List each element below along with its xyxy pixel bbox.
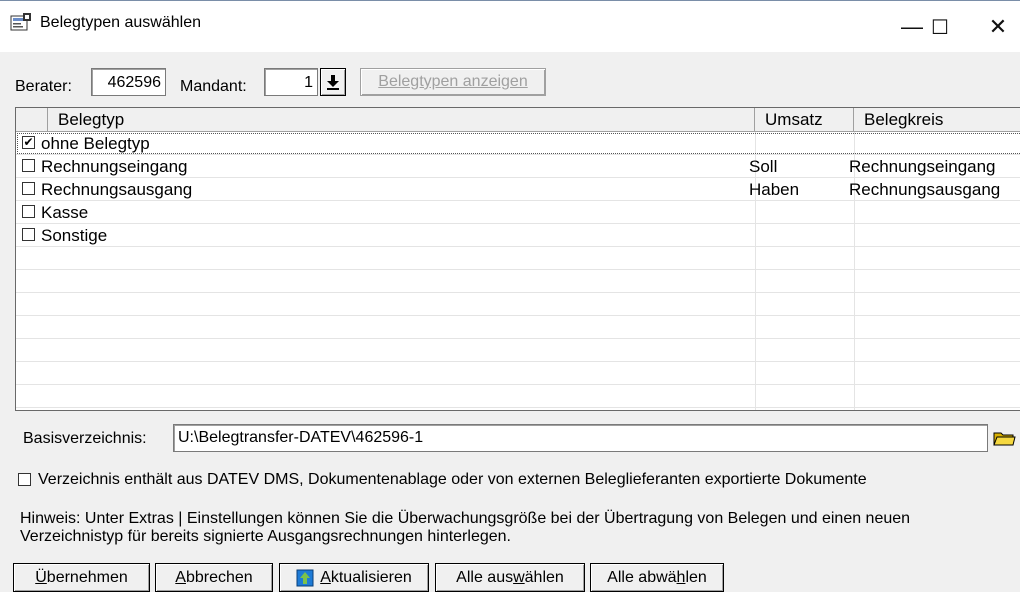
empty-row	[16, 385, 1020, 408]
row-checkbox[interactable]	[22, 205, 35, 218]
label-text: Alle abwä	[607, 568, 677, 586]
mnemonic: A	[320, 568, 331, 586]
label-text: len	[685, 568, 707, 586]
cell-belegkreis: Rechnungsausgang	[849, 180, 1001, 199]
window-title: Belegtypen auswählen	[40, 14, 202, 31]
mandant-label: Mandant:	[180, 78, 247, 95]
label-text: ählen	[524, 568, 564, 586]
table-row[interactable]: Rechnungseingang Soll Rechnungseingang	[16, 155, 1020, 178]
hint-line-1: Hinweis: Unter Extras | Einstellungen kö…	[20, 510, 911, 527]
empty-row	[16, 270, 1020, 293]
cell-belegtyp: Rechnungseingang	[41, 157, 188, 176]
label-text: bernehmen	[46, 568, 128, 586]
header-belegkreis[interactable]: Belegkreis	[854, 108, 1020, 132]
berater-value: 462596	[107, 74, 161, 91]
berater-label: Berater:	[15, 78, 72, 95]
empty-row	[16, 339, 1020, 362]
cell-belegtyp: Kasse	[41, 203, 89, 222]
mandant-dropdown-button[interactable]	[320, 68, 346, 96]
alle-auswaehlen-label: Alle auswählen	[456, 569, 564, 587]
basisverzeichnis-field[interactable]: U:\Belegtransfer-DATEV\462596-1	[173, 424, 988, 452]
alle-abwaehlen-label: Alle abwählen	[607, 569, 707, 587]
mnemonic: Ü	[35, 568, 47, 586]
belegtyp-table: Belegtyp Umsatz Belegkreis ✔ ohne Belegty…	[15, 107, 1020, 411]
header-label: Belegtyp	[58, 110, 125, 129]
browse-folder-button[interactable]	[992, 428, 1018, 450]
close-icon: ✕	[988, 14, 1008, 39]
cell-umsatz: Haben	[749, 180, 800, 199]
berater-field[interactable]: 462596	[91, 68, 166, 96]
title-bar: Belegtypen auswählen — ☐ ✕	[0, 0, 1020, 52]
app-icon	[10, 13, 31, 31]
empty-row	[16, 293, 1020, 316]
abbrechen-label: Abbrechen	[175, 569, 252, 587]
row-checkbox[interactable]: ✔	[22, 136, 35, 149]
header-umsatz[interactable]: Umsatz	[755, 108, 854, 132]
mnemonic: w	[513, 568, 525, 586]
folder-icon	[993, 432, 1016, 446]
header-checkbox-column	[16, 108, 48, 132]
table-row[interactable]: ✔ ohne Belegtyp	[16, 132, 1020, 155]
belegtypen-anzeigen-button[interactable]: Belegtypen anzeigen	[360, 68, 546, 96]
label-text: ktualisieren	[330, 568, 412, 586]
dms-export-checkbox[interactable]	[18, 473, 31, 486]
abbrechen-button[interactable]: Abbrechen	[155, 563, 273, 592]
refresh-icon	[296, 569, 314, 586]
row-checkbox[interactable]	[22, 182, 35, 195]
mnemonic: A	[175, 568, 186, 586]
maximize-icon: ☐	[931, 16, 949, 39]
cell-belegtyp: ohne Belegtyp	[41, 134, 150, 153]
basisverzeichnis-label: Basisverzeichnis:	[23, 430, 147, 447]
dms-export-label: Verzeichnis enthält aus DATEV DMS, Dokum…	[38, 471, 867, 488]
label-text: Alle aus	[456, 568, 514, 586]
table-row[interactable]: Kasse	[16, 201, 1020, 224]
aktualisieren-label: Aktualisieren	[320, 569, 412, 587]
empty-row	[16, 362, 1020, 385]
table-row[interactable]: Rechnungsausgang Haben Rechnungsausgang	[16, 178, 1020, 201]
header-label: Umsatz	[765, 110, 823, 129]
dialog-window: Belegtypen auswählen — ☐ ✕ Berater: 4625…	[0, 0, 1020, 592]
header-belegtyp[interactable]: Belegtyp	[48, 108, 755, 132]
cell-belegkreis: Rechnungseingang	[849, 157, 996, 176]
hint-line-2: Verzeichnistyp für bereits signierte Aus…	[20, 528, 511, 545]
uebernehmen-button[interactable]: Übernehmen	[13, 563, 150, 592]
aktualisieren-button[interactable]: Aktualisieren	[279, 563, 429, 592]
cell-umsatz: Soll	[749, 157, 778, 176]
table-row[interactable]: Sonstige	[16, 224, 1020, 247]
basisverzeichnis-value: U:\Belegtransfer-DATEV\462596-1	[178, 429, 424, 446]
empty-row	[16, 247, 1020, 270]
header-label: Belegkreis	[864, 110, 944, 129]
uebernehmen-label: Übernehmen	[35, 569, 128, 587]
cell-belegtyp: Rechnungsausgang	[41, 180, 193, 199]
arrow-down-icon	[327, 75, 339, 90]
label-text: bbrechen	[185, 568, 253, 586]
cell-belegtyp: Sonstige	[41, 226, 108, 245]
empty-row	[16, 316, 1020, 339]
maximize-button[interactable]: ☐	[918, 1, 962, 53]
belegtypen-anzeigen-label: Belegtypen anzeigen	[378, 73, 528, 90]
close-button[interactable]: ✕	[976, 1, 1020, 53]
row-checkbox[interactable]	[22, 228, 35, 241]
alle-abwaehlen-button[interactable]: Alle abwählen	[590, 563, 724, 592]
alle-auswaehlen-button[interactable]: Alle auswählen	[435, 563, 585, 592]
row-checkbox[interactable]	[22, 159, 35, 172]
mandant-value: 1	[304, 74, 313, 91]
mandant-field[interactable]: 1	[264, 68, 318, 96]
